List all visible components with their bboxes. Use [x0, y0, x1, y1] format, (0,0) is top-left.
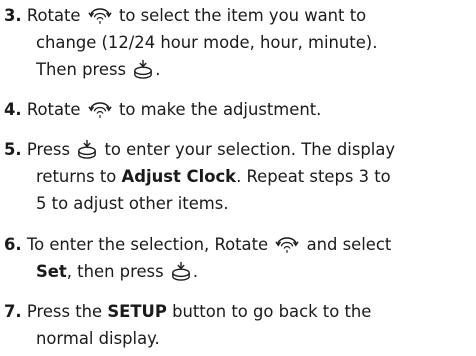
step-6: 6. To enter the selection, Rotate and se… — [4, 231, 472, 285]
step-number: 7. — [4, 302, 22, 321]
step-7: 7. Press the SETUP button to go back to … — [4, 298, 472, 352]
step-number: 6. — [4, 235, 22, 254]
step-4: 4. Rotate to make the adjustment. — [4, 96, 472, 123]
step-text: . Repeat steps 3 to — [236, 167, 391, 186]
step-text: Rotate — [26, 6, 81, 25]
step-text: and select — [306, 235, 392, 254]
step-text: . — [155, 60, 161, 79]
step-number: 5. — [4, 140, 22, 159]
step-3: 3. Rotate to select the item you want to… — [4, 2, 472, 83]
step-text: . — [192, 262, 199, 281]
rotate-dial-icon — [275, 235, 299, 254]
step-text: to make the adjustment. — [118, 100, 322, 119]
step-text: returns to — [36, 167, 117, 186]
step-number: 3. — [4, 6, 22, 25]
keyword-adjust-clock: Adjust Clock — [121, 167, 237, 186]
press-dial-icon — [77, 139, 97, 159]
step-text: Rotate — [26, 100, 81, 119]
keyword-set: Set — [36, 262, 67, 281]
step-text: button to go back to the — [172, 302, 372, 321]
press-dial-icon — [171, 261, 191, 281]
step-text: to select the item you want to — [118, 6, 367, 25]
instruction-page: 3. Rotate to select the item you want to… — [0, 0, 476, 356]
rotate-dial-icon — [88, 6, 112, 25]
step-text: To enter the selection, Rotate — [26, 235, 269, 254]
step-text: to enter your selection. The display — [104, 140, 396, 159]
step-text: Then press — [36, 60, 127, 79]
step-5: 5. Press to enter your selection. The di… — [4, 136, 472, 217]
step-text: 5 to adjust other items. — [36, 194, 229, 213]
step-number: 4. — [4, 100, 22, 119]
step-text: normal display. — [36, 329, 160, 348]
step-text: Press the — [26, 302, 103, 321]
press-dial-icon — [133, 59, 153, 79]
step-text: change (12/24 hour mode, hour, minute). — [36, 33, 378, 52]
rotate-dial-icon — [88, 100, 112, 119]
keyword-setup: SETUP — [107, 302, 167, 321]
step-text: , then press — [66, 262, 164, 281]
step-text: Press — [26, 140, 70, 159]
